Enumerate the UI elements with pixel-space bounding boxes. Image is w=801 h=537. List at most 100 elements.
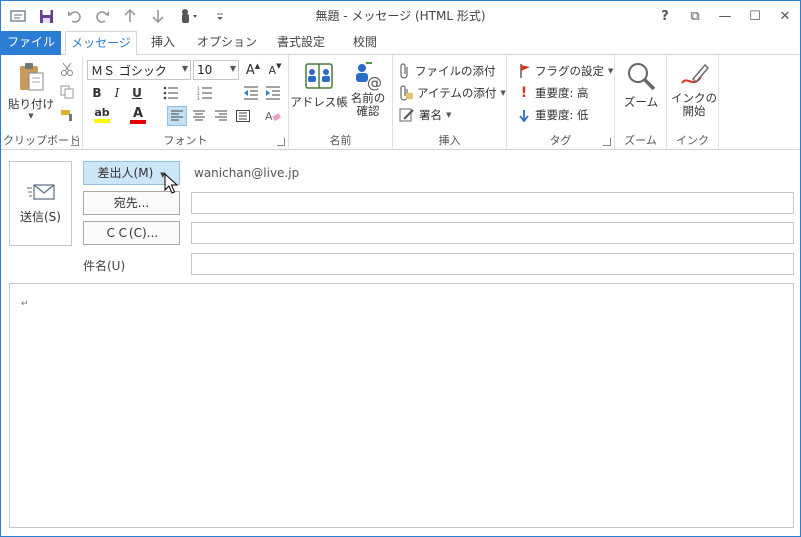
exclamation-icon: !	[520, 85, 528, 101]
highlight-label: ab	[94, 106, 110, 119]
window-controls: ? ⧉ — ☐ ✕	[650, 1, 800, 31]
numbering-icon[interactable]: 123	[195, 83, 215, 103]
clipboard-group: 貼り付け ▼ クリップボード	[1, 55, 83, 150]
paste-dropdown-icon: ▼	[28, 112, 34, 120]
mouse-pointer-icon	[164, 173, 178, 194]
font-name-value: ＭＳ ゴシック	[91, 63, 167, 78]
send-label: 送信(S)	[20, 210, 61, 224]
touch-mode-icon[interactable]	[175, 5, 203, 27]
attach-item-button[interactable]: アイテムの添付 ▼	[399, 83, 506, 103]
signature-button[interactable]: 署名 ▼	[399, 105, 451, 125]
font-name-combo[interactable]: ＭＳ ゴシック ▼	[87, 60, 191, 80]
paste-button[interactable]: 貼り付け ▼	[7, 61, 55, 125]
svg-text:@: @	[367, 74, 382, 91]
tags-group: フラグの設定 ▼ ! 重要度: 高 重要度: 低 タグ	[507, 55, 615, 150]
copy-icon[interactable]	[57, 82, 77, 102]
tab-review[interactable]: 校閲	[341, 31, 389, 55]
attach-file-label: ファイルの添付	[415, 64, 496, 78]
chevron-down-icon: ▼	[446, 111, 452, 119]
font-launcher-icon[interactable]	[277, 138, 285, 146]
customize-icon[interactable]	[209, 5, 231, 27]
cc-field[interactable]	[191, 222, 794, 244]
increase-indent-icon[interactable]	[263, 83, 283, 103]
align-right-icon[interactable]	[211, 106, 231, 126]
up-arrow-icon[interactable]	[119, 5, 141, 27]
svg-text:A: A	[265, 110, 273, 123]
font-group: ＭＳ ゴシック ▼ 10 ▼ A ▲ A ▼ B I U 123 ab A A …	[83, 55, 289, 150]
down-arrow-icon[interactable]	[147, 5, 169, 27]
chevron-down-icon: ▼	[229, 64, 236, 73]
decrease-indent-icon[interactable]	[241, 83, 261, 103]
address-book-button[interactable]: アドレス帳	[290, 61, 348, 110]
ink-group-label: インク	[676, 134, 709, 147]
bold-button[interactable]: B	[87, 83, 107, 103]
start-inking-button[interactable]: インクの 開始	[671, 61, 717, 118]
check-names-label-2: 確認	[356, 104, 380, 118]
cut-icon[interactable]	[57, 59, 77, 79]
tab-file[interactable]: ファイル	[1, 31, 61, 55]
maximize-icon[interactable]: ☐	[740, 1, 770, 31]
high-importance-button[interactable]: ! 重要度: 高	[519, 83, 589, 103]
align-left-icon[interactable]	[167, 106, 187, 126]
shrink-font-button[interactable]: A ▼	[265, 60, 285, 80]
attach-file-button[interactable]: ファイルの添付	[399, 61, 496, 81]
undo-icon[interactable]	[63, 5, 85, 27]
clipboard-launcher-icon[interactable]	[71, 138, 79, 146]
zoom-button[interactable]: ズーム	[619, 61, 663, 110]
signature-label: 署名	[419, 108, 442, 122]
mail-icon[interactable]	[7, 5, 29, 27]
italic-button[interactable]: I	[107, 83, 127, 103]
address-book-icon	[303, 61, 335, 91]
font-color-button[interactable]: A	[123, 105, 153, 125]
subject-field[interactable]	[191, 253, 794, 275]
caret-up-icon: ▲	[254, 62, 261, 70]
down-arrow-icon	[519, 109, 529, 122]
subject-label: 件名(U)	[83, 259, 126, 273]
cc-button[interactable]: ＣＣ(C)...	[83, 221, 180, 245]
clipboard-group-label: クリップボード	[3, 134, 80, 147]
format-painter-icon[interactable]	[57, 105, 77, 125]
tab-insert[interactable]: 挿入	[141, 31, 185, 55]
paste-label: 貼り付け	[8, 97, 54, 111]
tags-launcher-icon[interactable]	[603, 138, 611, 146]
ribbon-display-icon[interactable]: ⧉	[680, 1, 710, 31]
names-group: アドレス帳 @ 名前の 確認 名前	[289, 55, 393, 150]
from-button-label: 差出人(M)	[97, 166, 154, 180]
to-field[interactable]	[191, 192, 794, 214]
zoom-group: ズーム ズーム	[615, 55, 667, 150]
send-icon	[26, 182, 55, 202]
bullets-icon[interactable]	[161, 83, 181, 103]
redo-icon[interactable]	[91, 5, 113, 27]
quick-access-toolbar	[7, 5, 231, 27]
save-icon[interactable]	[35, 5, 57, 27]
underline-button[interactable]: U	[127, 83, 147, 103]
shrink-font-label: A	[268, 63, 277, 77]
low-importance-label: 重要度: 低	[535, 108, 589, 122]
insert-group-label: 挿入	[438, 134, 461, 147]
follow-up-label: フラグの設定	[535, 64, 604, 78]
message-body[interactable]: ↵	[9, 283, 794, 528]
low-importance-button[interactable]: 重要度: 低	[519, 105, 589, 125]
tab-message[interactable]: メッセージ	[65, 31, 137, 56]
clear-formatting-icon[interactable]: A	[263, 106, 283, 126]
send-button[interactable]: 送信(S)	[9, 161, 72, 246]
insert-group: ファイルの添付 アイテムの添付 ▼ 署名 ▼ 挿入	[393, 55, 507, 150]
minimize-icon[interactable]: —	[710, 1, 740, 31]
tab-format-text[interactable]: 書式設定	[267, 31, 335, 55]
highlight-button[interactable]: ab	[87, 105, 117, 125]
align-center-icon[interactable]	[189, 106, 209, 126]
follow-up-button[interactable]: フラグの設定 ▼	[519, 61, 613, 81]
close-icon[interactable]: ✕	[770, 1, 800, 31]
ribbon-tabs: ファイル メッセージ 挿入 オプション 書式設定 校閲	[1, 31, 800, 56]
grow-font-button[interactable]: A ▲	[243, 60, 263, 80]
help-icon[interactable]: ?	[650, 1, 680, 31]
tab-options[interactable]: オプション	[193, 31, 261, 55]
high-importance-label: 重要度: 高	[535, 86, 589, 100]
font-size-combo[interactable]: 10 ▼	[193, 60, 239, 80]
check-names-button[interactable]: @ 名前の 確認	[347, 61, 389, 118]
outlook-message-window: 無題 - メッセージ (HTML 形式) ? ⧉ — ☐ ✕ ファイル メッセー…	[0, 0, 801, 537]
address-book-label: アドレス帳	[290, 95, 348, 109]
zoom-label: ズーム	[623, 95, 659, 109]
start-inking-label-2: 開始	[682, 104, 706, 118]
justify-icon[interactable]	[233, 106, 253, 126]
